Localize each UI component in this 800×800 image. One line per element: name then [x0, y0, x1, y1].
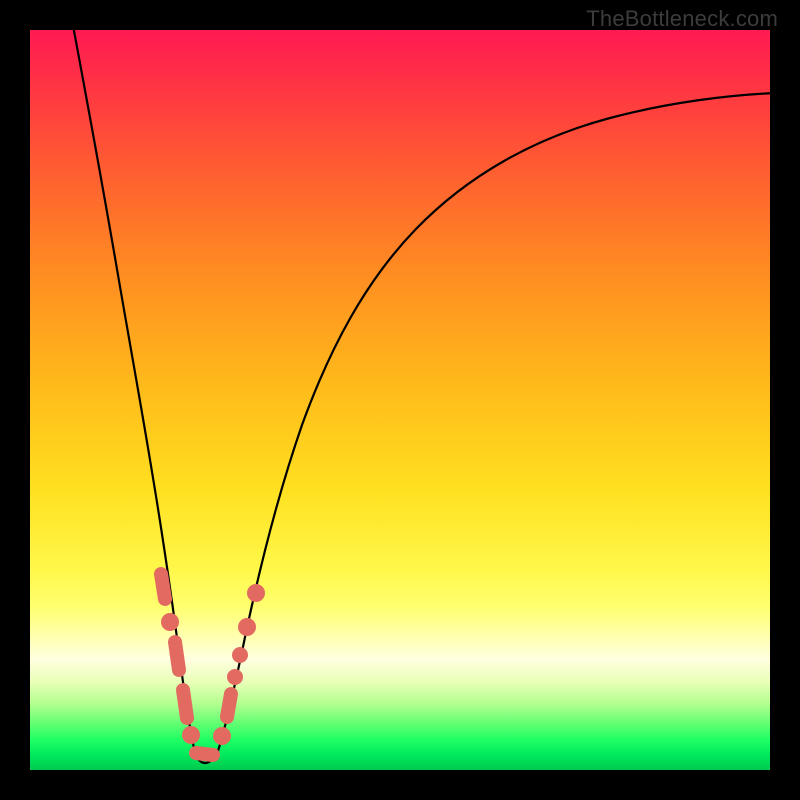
marker [175, 642, 179, 670]
marker [247, 584, 265, 602]
chart-frame: TheBottleneck.com [0, 0, 800, 800]
marker [196, 753, 213, 755]
curve-right-branch [217, 93, 770, 754]
marker [161, 574, 165, 599]
marker [161, 613, 179, 631]
marker [227, 694, 231, 717]
marker [238, 618, 256, 636]
marker [182, 726, 200, 744]
plot-area [30, 30, 770, 770]
marker [183, 690, 187, 718]
marker [227, 669, 243, 685]
marker [213, 727, 231, 745]
watermark-text: TheBottleneck.com [586, 6, 778, 32]
marker [232, 647, 248, 663]
chart-svg [30, 30, 770, 770]
